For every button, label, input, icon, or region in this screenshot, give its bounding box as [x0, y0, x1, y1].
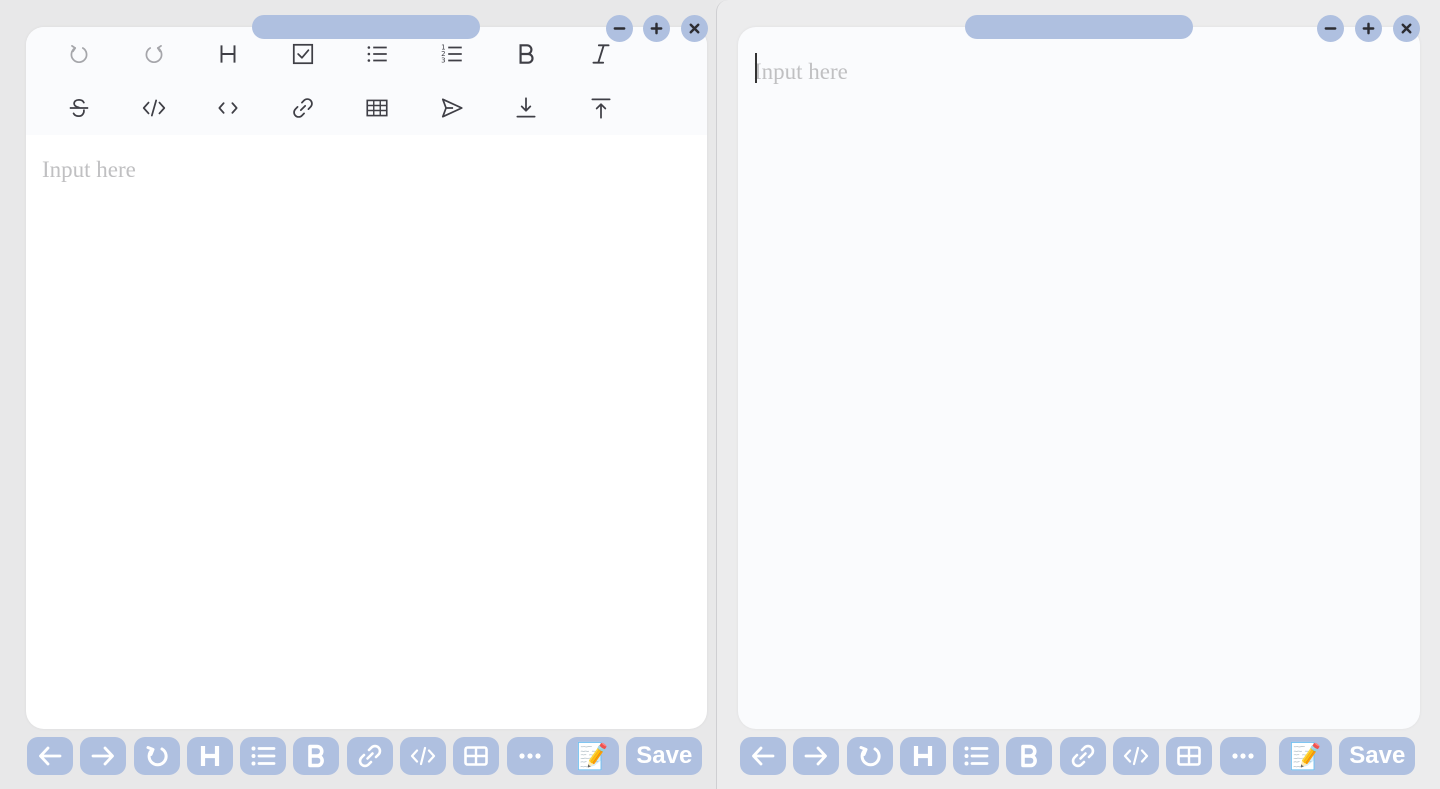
editor-placeholder: Input here: [754, 59, 848, 84]
back-button[interactable]: [740, 737, 786, 775]
editor-card: Input here: [26, 27, 707, 729]
drag-handle[interactable]: [252, 15, 480, 39]
ordered-list-icon: [439, 41, 465, 67]
close-icon: [1399, 21, 1414, 36]
close-icon: [687, 21, 702, 36]
send-icon: [439, 95, 465, 121]
list-icon: [962, 742, 990, 770]
table-icon: [364, 95, 390, 121]
heading-button[interactable]: [186, 737, 233, 775]
undo-button[interactable]: [42, 27, 117, 81]
plus-icon: [1361, 21, 1376, 36]
table-icon: [462, 742, 490, 770]
code-icon: [1122, 742, 1150, 770]
inline-code-icon: [215, 95, 241, 121]
left-editor-window: Input here 📝 Save: [0, 0, 716, 789]
bullet-list-icon: [364, 41, 390, 67]
editor-input[interactable]: Input here: [738, 27, 1420, 107]
redo-icon: [141, 41, 167, 67]
arrow-right-icon: [89, 742, 117, 770]
link-button[interactable]: [266, 81, 341, 135]
back-button[interactable]: [27, 737, 73, 775]
table-button[interactable]: [340, 81, 415, 135]
editor-input[interactable]: Input here: [26, 135, 707, 205]
bold-button[interactable]: [293, 737, 340, 775]
bottom-action-bar: 📝 Save: [27, 736, 703, 776]
table-button[interactable]: [1166, 737, 1213, 775]
send-button[interactable]: [415, 81, 490, 135]
list-icon: [249, 742, 277, 770]
code-icon: [409, 742, 437, 770]
heading-icon: [196, 742, 224, 770]
close-button[interactable]: [681, 15, 708, 42]
arrow-left-icon: [749, 742, 777, 770]
note-button[interactable]: 📝: [1278, 737, 1332, 775]
checkbox-icon: [290, 41, 316, 67]
minimize-button[interactable]: [606, 15, 633, 42]
drag-handle[interactable]: [965, 15, 1193, 39]
save-button[interactable]: Save: [626, 737, 703, 775]
link-button[interactable]: [346, 737, 393, 775]
code-block-button[interactable]: [117, 81, 192, 135]
refresh-icon: [856, 742, 884, 770]
forward-button[interactable]: [793, 737, 840, 775]
minimize-button[interactable]: [1317, 15, 1344, 42]
right-editor-window: Input here 📝 Save: [716, 0, 1440, 789]
editor-card: Input here: [738, 27, 1420, 729]
note-button[interactable]: 📝: [565, 737, 619, 775]
heading-button[interactable]: [899, 737, 946, 775]
text-caret: [755, 53, 757, 83]
more-button[interactable]: [1219, 737, 1266, 775]
arrow-right-icon: [802, 742, 830, 770]
bold-icon: [1015, 742, 1043, 770]
upload-icon: [588, 95, 614, 121]
heading-icon: [215, 41, 241, 67]
refresh-button[interactable]: [846, 737, 893, 775]
forward-button[interactable]: [80, 737, 127, 775]
arrow-left-icon: [36, 742, 64, 770]
link-icon: [356, 742, 384, 770]
code-button[interactable]: [400, 737, 447, 775]
list-button[interactable]: [240, 737, 287, 775]
download-button[interactable]: [489, 81, 564, 135]
bold-icon: [302, 742, 330, 770]
bold-icon: [513, 41, 539, 67]
minus-icon: [1323, 21, 1338, 36]
editor-placeholder: Input here: [42, 157, 136, 182]
memo-icon: 📝: [576, 741, 609, 771]
link-icon: [1069, 742, 1097, 770]
table-button[interactable]: [453, 737, 500, 775]
save-button[interactable]: Save: [1339, 737, 1416, 775]
link-button[interactable]: [1059, 737, 1106, 775]
upload-button[interactable]: [564, 81, 639, 135]
italic-icon: [588, 41, 614, 67]
bottom-action-bar: 📝 Save: [740, 736, 1416, 776]
heading-icon: [909, 742, 937, 770]
close-button[interactable]: [1393, 15, 1420, 42]
redo-button[interactable]: [117, 27, 192, 81]
link-icon: [290, 95, 316, 121]
maximize-button[interactable]: [1355, 15, 1382, 42]
more-icon: [1229, 742, 1257, 770]
memo-icon: 📝: [1289, 741, 1322, 771]
bold-button[interactable]: [1006, 737, 1053, 775]
code-button[interactable]: [1113, 737, 1160, 775]
undo-icon: [66, 41, 92, 67]
refresh-button[interactable]: [133, 737, 180, 775]
strikethrough-button[interactable]: [42, 81, 117, 135]
table-icon: [1175, 742, 1203, 770]
refresh-icon: [143, 742, 171, 770]
plus-icon: [649, 21, 664, 36]
code-block-icon: [141, 95, 167, 121]
more-icon: [516, 742, 544, 770]
maximize-button[interactable]: [643, 15, 670, 42]
inline-code-button[interactable]: [191, 81, 266, 135]
formatting-toolbar: [26, 27, 707, 135]
minus-icon: [612, 21, 627, 36]
list-button[interactable]: [953, 737, 1000, 775]
more-button[interactable]: [506, 737, 553, 775]
strikethrough-icon: [66, 95, 92, 121]
bold-button[interactable]: [489, 27, 564, 81]
download-icon: [513, 95, 539, 121]
